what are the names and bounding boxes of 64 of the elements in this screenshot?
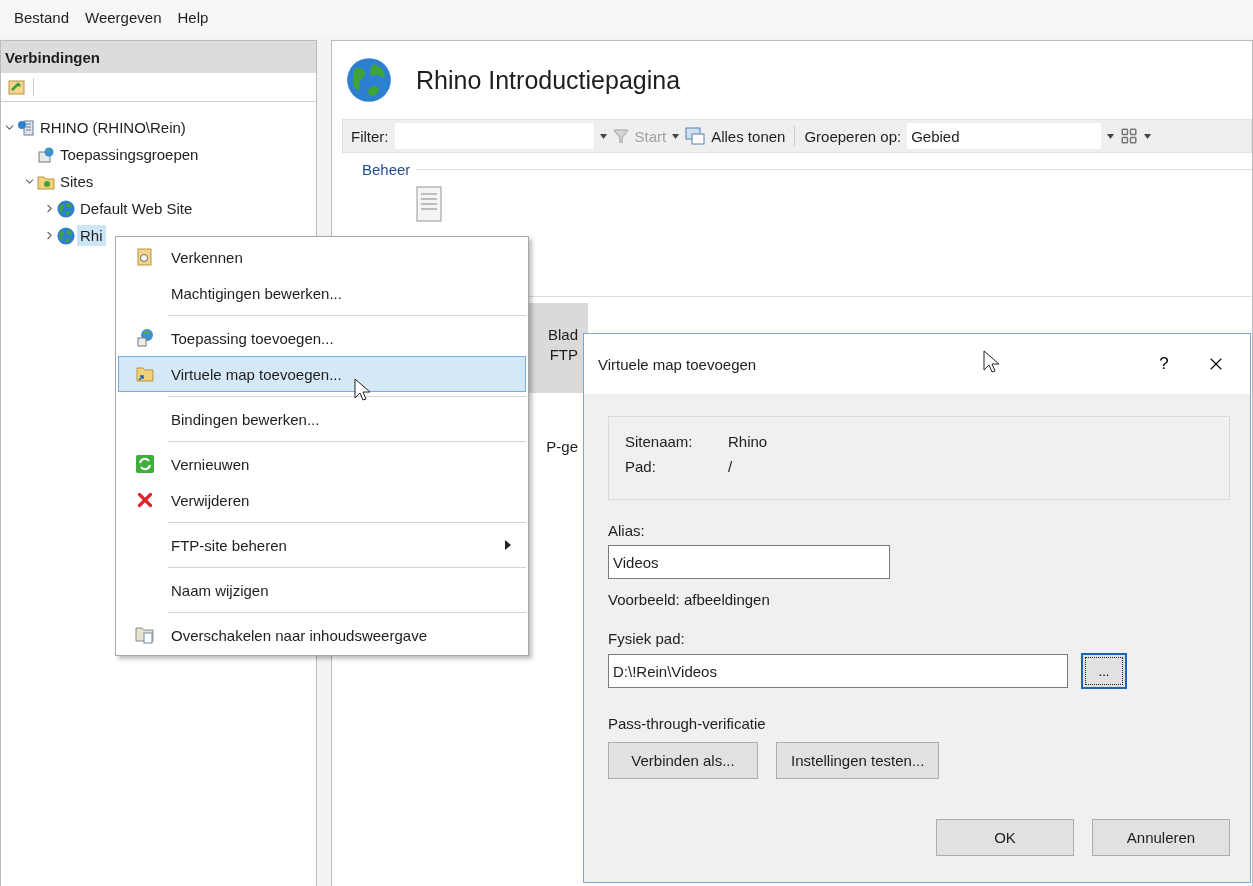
group-by-label: Groeperen op: <box>804 127 902 145</box>
submenu-arrow-icon <box>505 540 511 550</box>
pass-through-label: Pass-through-verificatie <box>608 715 767 732</box>
tree-item[interactable]: RHINO (RHINO\Rein) <box>37 117 189 138</box>
folder-search-icon <box>135 247 155 267</box>
menu-item[interactable]: Weergeven <box>85 6 162 28</box>
refresh-icon <box>135 454 155 474</box>
cursor-icon <box>983 350 999 374</box>
action-button[interactable]: Verbinden als... <box>608 742 758 779</box>
menu-item[interactable]: FTP-site beheren <box>118 527 526 563</box>
group-by-select[interactable]: Gebied <box>907 123 1102 149</box>
browse-button[interactable]: ... <box>1081 653 1127 689</box>
menu-item[interactable]: Bindingen bewerken... <box>118 401 526 437</box>
menu-item[interactable]: Virtuele map toevoegen... <box>118 356 526 392</box>
menu-item[interactable]: Help <box>177 6 209 28</box>
dialog-button[interactable]: OK <box>936 819 1074 856</box>
menu-item[interactable]: Overschakelen naar inhoudsweergave <box>118 617 526 653</box>
caret-icon <box>599 133 607 139</box>
content-view-icon <box>135 625 155 645</box>
menu-item[interactable]: Verkennen <box>118 239 526 275</box>
dialog-title: Virtuele map toevoegen <box>598 355 757 373</box>
alias-field[interactable]: Videos <box>608 545 890 579</box>
tree-item[interactable]: Toepassingsgroepen <box>57 144 202 165</box>
menu-item[interactable]: Bestand <box>14 6 70 28</box>
application-pool-icon <box>37 145 55 164</box>
info-value: Rhino <box>728 433 769 450</box>
physical-path-label: Fysiek pad: <box>608 630 686 647</box>
show-all-button[interactable]: Alles tonen <box>711 127 786 145</box>
physical-path-field[interactable]: D:\!Rein\Videos <box>608 654 1068 688</box>
cursor-icon <box>354 378 370 402</box>
menu-item[interactable]: Vernieuwen <box>118 446 526 482</box>
panel-title: Verbindingen <box>1 41 316 73</box>
filter-icon <box>612 128 629 144</box>
view-icon[interactable] <box>1120 127 1139 145</box>
globe-icon <box>346 57 392 103</box>
alias-label: Alias: <box>608 522 646 539</box>
info-label: Pad: <box>625 458 657 475</box>
tree-item[interactable]: Rhi <box>77 225 106 246</box>
menu-item[interactable]: Naam wijzigen <box>118 572 526 608</box>
group-title: Beheer <box>362 161 411 178</box>
action-button[interactable]: Instellingen testen... <box>776 742 940 779</box>
menu-item[interactable]: Toepassing toevoegen... <box>118 320 526 356</box>
filter-label: Filter: <box>351 127 389 145</box>
caret-icon <box>1144 133 1152 139</box>
tree-item[interactable]: Sites <box>57 171 97 192</box>
application-icon <box>135 328 155 348</box>
tree-item[interactable]: Default Web Site <box>77 198 196 219</box>
example-text: Voorbeeld: afbeeldingen <box>608 591 771 608</box>
server-icon <box>17 118 35 137</box>
menu-item[interactable]: Verwijderen <box>118 482 526 518</box>
caret-icon <box>1107 133 1115 139</box>
globe-icon <box>57 226 75 245</box>
show-all-icon <box>685 127 706 145</box>
page-title: Rhino Introductiepagina <box>416 65 681 95</box>
info-value: / <box>728 458 734 475</box>
globe-icon <box>57 199 75 218</box>
dialog-button[interactable]: Annuleren <box>1092 819 1230 856</box>
connect-icon[interactable] <box>7 78 27 96</box>
help-button[interactable]: ? <box>1144 353 1184 375</box>
menu-item[interactable]: Machtigingen bewerken... <box>118 275 526 311</box>
info-label: Sitenaam: <box>625 433 694 450</box>
caret-icon <box>672 133 680 139</box>
folder-shortcut-icon <box>135 364 155 384</box>
feature-tile[interactable]: Blad FTP <box>528 303 588 393</box>
